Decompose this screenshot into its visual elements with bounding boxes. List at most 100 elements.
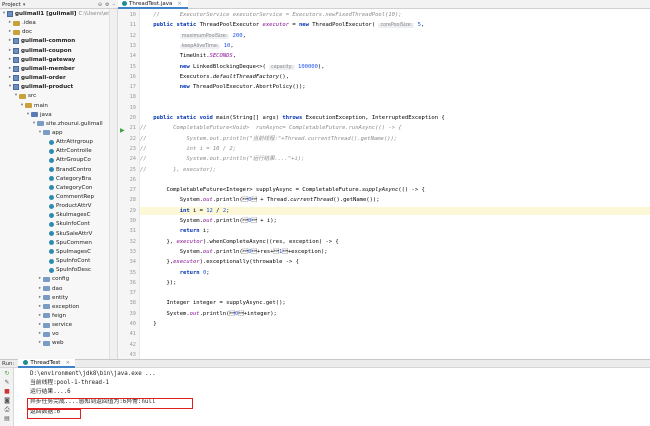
run-tab-threadtest[interactable]: ThreadTest × [18,359,76,368]
tree-item[interactable]: ▾ site.zhourui.gulimall [0,120,109,128]
tree-item[interactable]: ▸ dao [0,285,109,293]
tree-item[interactable]: ▸ gulimall-member [0,65,109,73]
tree-item[interactable]: SkuImagesC [0,211,109,219]
run-tab-label: ThreadTest [30,359,61,366]
tree-item[interactable]: ▸ gulimall-order [0,74,109,82]
line-number: 20 [129,115,136,121]
tree-item[interactable]: AttrGroupCo [0,156,109,164]
tree-item[interactable]: SkuSaleAttrV [0,230,109,238]
collapse-all-icon[interactable]: ⊖ [98,2,102,8]
line-number: 38 [129,300,136,307]
tree-item-label: feign [52,312,67,319]
project-tree[interactable]: ▾gulimall1 [gulimall]C:\Users\eric\▸.ide… [0,9,110,359]
tree-item[interactable]: ▸ web [0,339,109,347]
tree-item-label: CategoryBra [56,175,92,182]
code-line: },executor).exceptionally(throwable -> { [140,259,299,266]
tree-item[interactable]: ▾ main [0,102,109,110]
tree-item-label: gulimall-member [21,65,75,72]
tree-item[interactable]: ProductAttrV [0,202,109,210]
tree-item[interactable]: ▸ doc [0,28,109,36]
code-line: // CompletableFuture<Void> runAsync= Com… [140,125,402,132]
tree-item[interactable]: SpuImagesC [0,248,109,256]
code-line: Executors.defaultThreadFactory(), [140,73,290,80]
line-number: 43 [129,351,136,358]
java-class-icon [49,267,54,273]
wrench-icon[interactable]: ✎ [3,379,11,387]
tree-item[interactable]: AttrControlle [0,147,109,155]
tree-item[interactable]: ▸ config [0,275,109,283]
tree-item[interactable]: ▾ src [0,92,109,100]
line-number: 31 [129,228,136,235]
tree-item[interactable]: ▾gulimall1 [gulimall]C:\Users\eric\ [0,10,109,18]
tab-label: ThreadTest.java [129,0,173,7]
tab-threadtest[interactable]: ThreadTest.java × [118,0,188,9]
module-icon [13,65,19,72]
tree-item-label: gulimall-product [21,84,74,91]
tree-item[interactable]: ▸ gulimall-coupon [0,47,109,55]
java-class-icon [49,139,54,145]
tree-item[interactable]: ▸ exception [0,303,109,311]
tree-item[interactable]: SpuInfoCont [0,257,109,265]
code-line: new LinkedBlockingDeque<>( capacity: 100… [179,63,325,70]
print-icon[interactable]: ⎙ [3,406,11,414]
camera-icon[interactable]: ◙ [3,397,11,405]
tree-item[interactable]: CategoryBra [0,175,109,183]
java-class-icon [122,1,127,6]
code-line: System.out.println(0 + i); [140,218,277,224]
close-icon[interactable]: × [65,360,70,366]
tree-item[interactable]: ▸ .idea [0,19,109,27]
tree-item[interactable]: CommentRep [0,193,109,201]
tree-item[interactable]: SkuInfoCont [0,220,109,228]
tree-item[interactable]: SpuCommen [0,239,109,247]
run-gutter-icon[interactable]: ▶ [120,127,125,134]
folder-icon [43,130,50,136]
tree-item-label: SpuInfoCont [56,258,91,265]
layout-icon[interactable]: ▤ [3,415,11,423]
tree-item[interactable]: ▾ java [0,111,109,119]
code-line: // int i = 10 / 2; [140,145,237,152]
tree-item-label: gulimall1 [gulimall] [15,11,77,17]
console-line: 当前线程:pool-1-thread-1 [30,380,110,386]
tree-item[interactable]: ▸ entity [0,294,109,302]
tree-item[interactable]: AttrAttrgroup [0,138,109,146]
minimize-icon[interactable]: – [113,2,116,8]
folder-icon [43,340,50,346]
folder-icon [43,286,50,291]
tree-item[interactable]: ▾ gulimall-product [0,83,109,91]
tree-item[interactable]: ▸ vo [0,330,109,338]
line-number: 12 [129,32,136,39]
rerun-icon[interactable]: ↻ [3,370,11,378]
close-icon[interactable]: × [177,1,181,7]
tree-item[interactable]: ▾ app [0,129,109,137]
line-number: 33 [129,248,136,255]
line-number: 27 [129,187,136,194]
code-editor[interactable]: // ExecutorService executorService = Exe… [140,9,650,359]
tree-scrollbar[interactable] [110,9,118,359]
project-panel-header[interactable]: Project ▾ ⊖ ⚙ – [0,0,118,9]
project-label[interactable]: Project [2,2,21,8]
tree-item[interactable]: ▸ gulimall-common [0,37,109,45]
java-class-icon [23,360,29,365]
line-number: 11 [129,22,136,29]
line-number: 14 [129,53,136,60]
tree-item-label: entity [52,294,69,301]
tree-item[interactable]: ▸ service [0,321,109,329]
stop-icon[interactable]: ■ [3,388,11,396]
code-line: keepAliveTime: 10, [179,42,234,49]
gear-icon[interactable]: ⚙ [105,2,109,8]
tree-item-label: app [52,129,63,136]
folder-icon [19,93,26,99]
tree-item[interactable]: SpuInfoDesc [0,266,109,274]
tree-item[interactable]: ▸ feign [0,312,109,320]
module-icon [7,11,13,17]
tree-item[interactable]: ▸ gulimall-gateway [0,56,109,64]
tree-item[interactable]: BrandContro [0,166,109,174]
chevron-down-icon[interactable]: ▾ [23,2,26,8]
run-console[interactable]: D:\environment\jdk8\bin\java.exe ... 当前线… [15,368,650,426]
line-number: 10 [129,12,136,18]
line-number: 26 [129,176,136,183]
tree-item[interactable]: CategoryCon [0,184,109,192]
tree-item-label: CommentRep [56,194,95,200]
tree-item-label: SkuInfoCont [56,221,90,228]
